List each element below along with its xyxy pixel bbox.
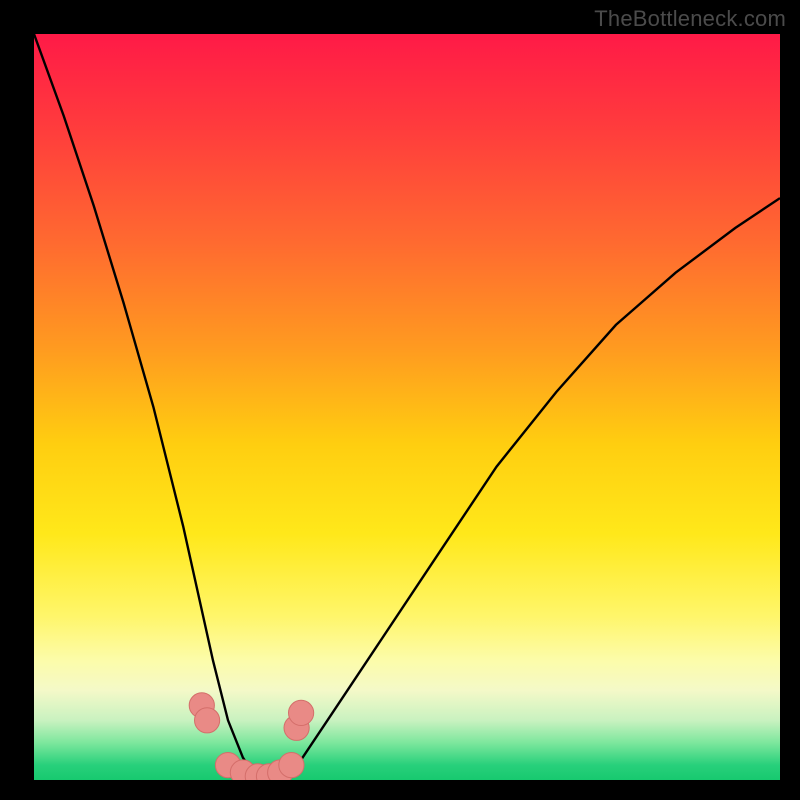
watermark-text: TheBottleneck.com: [594, 6, 786, 32]
plot-area: [34, 34, 780, 780]
data-marker: [279, 753, 304, 778]
bottleneck-curve: [34, 34, 780, 780]
marker-group: [189, 693, 314, 780]
data-marker: [289, 700, 314, 725]
chart-frame: TheBottleneck.com: [0, 0, 800, 800]
curve-layer: [34, 34, 780, 780]
data-marker: [195, 708, 220, 733]
